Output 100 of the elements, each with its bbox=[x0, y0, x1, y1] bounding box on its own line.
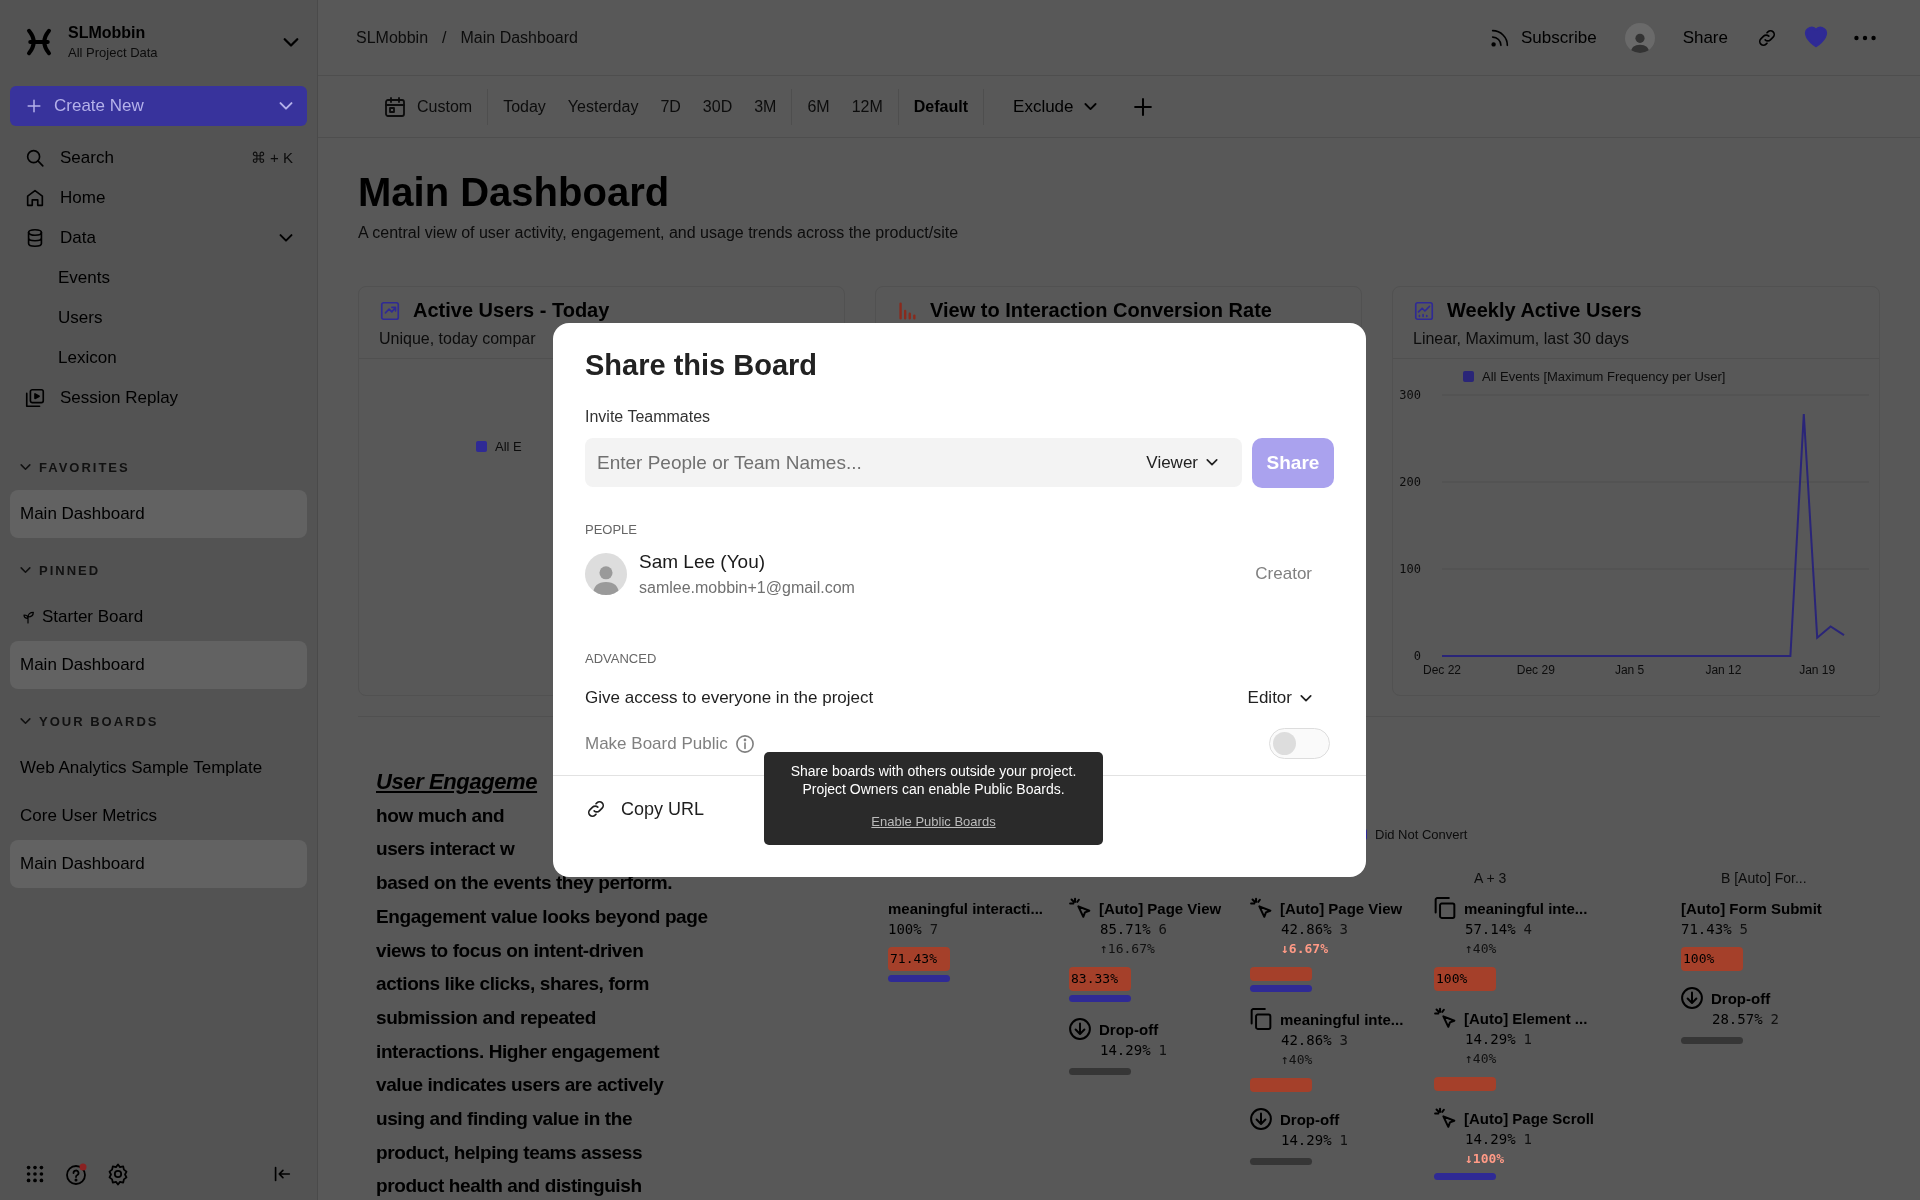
help-icon[interactable] bbox=[64, 1162, 88, 1186]
step-name: [Auto] Element ... bbox=[1464, 1009, 1588, 1027]
chevron-down-icon[interactable] bbox=[283, 37, 299, 47]
page-title: Main Dashboard bbox=[358, 169, 671, 216]
chevron-down-icon[interactable] bbox=[20, 566, 31, 573]
create-new-button[interactable]: Create New bbox=[10, 86, 307, 126]
breadcrumb-link[interactable]: SLMobbin bbox=[356, 28, 429, 47]
avatar[interactable] bbox=[1624, 22, 1655, 53]
copy-url-button[interactable]: Copy URL bbox=[585, 798, 705, 820]
date-range-tab[interactable]: Yesterday bbox=[556, 88, 650, 125]
step-percent: 14.29% bbox=[1100, 1041, 1151, 1060]
axis-tick-label: 300 bbox=[1399, 388, 1421, 402]
note-text: how much and bbox=[376, 803, 505, 828]
add-icon[interactable] bbox=[1133, 97, 1152, 116]
step-count: 4 bbox=[1523, 920, 1532, 939]
person-email: samlee.mobbin+1@gmail.com bbox=[639, 579, 856, 597]
step-name: [Auto] Page View bbox=[1099, 899, 1222, 917]
date-range-tab[interactable]: 3M bbox=[743, 88, 788, 125]
board-item[interactable]: Web Analytics Sample Template bbox=[10, 744, 307, 792]
step-percent: 42.86% bbox=[1281, 920, 1332, 939]
nav-item[interactable]: Session Replay bbox=[10, 378, 307, 418]
person-name: Sam Lee (You) bbox=[639, 551, 767, 573]
nav-item[interactable]: Lexicon bbox=[10, 338, 307, 378]
arrow-down-circle-icon bbox=[1069, 1018, 1091, 1040]
nav-item[interactable]: Data bbox=[10, 218, 307, 258]
arrow-down-circle-icon bbox=[1681, 987, 1703, 1009]
share-button[interactable]: Share bbox=[1682, 27, 1728, 48]
card-title: Active Users - Today bbox=[413, 299, 610, 322]
nav-item[interactable]: Search ⌘ + K bbox=[10, 138, 307, 178]
step-percent: 100% bbox=[888, 920, 922, 939]
step-change: ↓100% bbox=[1465, 1150, 1506, 1168]
board-item[interactable]: Main Dashboard bbox=[10, 490, 307, 538]
date-range-tab[interactable]: 7D bbox=[649, 88, 692, 125]
chevron-down-icon[interactable] bbox=[279, 234, 293, 242]
role-dropdown[interactable]: Editor bbox=[1247, 688, 1312, 708]
home-icon bbox=[24, 187, 46, 209]
step-count: 1 bbox=[1523, 1130, 1532, 1149]
breadcrumb-separator: / bbox=[442, 28, 447, 47]
step-name: Drop-off bbox=[1099, 1020, 1159, 1038]
step-change: ↑16.67% bbox=[1100, 940, 1156, 958]
column-header: B [Auto] For... bbox=[1721, 870, 1807, 886]
role-dropdown[interactable]: Viewer bbox=[1146, 452, 1218, 473]
step-percent: 14.29% bbox=[1281, 1131, 1332, 1150]
breadcrumb-link[interactable]: Main Dashboard bbox=[460, 28, 578, 47]
section-heading: YOUR BOARDS bbox=[39, 713, 159, 729]
enable-public-boards-link[interactable]: Enable Public Boards bbox=[871, 814, 996, 829]
chevron-down-icon bbox=[1206, 459, 1218, 466]
cursor-click-icon bbox=[1434, 1007, 1456, 1029]
apps-grid-icon[interactable] bbox=[24, 1163, 46, 1185]
section-heading: FAVORITES bbox=[39, 459, 130, 475]
legend-label: Did Not Convert bbox=[1375, 826, 1468, 842]
toggle-label: Make Board Public bbox=[585, 733, 728, 754]
cursor-click-icon bbox=[1250, 897, 1272, 919]
step-name: meaningful inte... bbox=[1464, 899, 1588, 917]
legend-label: All E bbox=[495, 439, 522, 454]
chevron-down-icon[interactable] bbox=[20, 463, 31, 470]
board-item[interactable]: Main Dashboard bbox=[10, 840, 307, 888]
settings-icon[interactable] bbox=[106, 1162, 130, 1186]
card-title: View to Interaction Conversion Rate bbox=[930, 299, 1272, 322]
note-text: users interact w bbox=[376, 837, 515, 862]
chevron-down-icon bbox=[1083, 102, 1097, 111]
line-chart-icon bbox=[1413, 299, 1435, 322]
axis-tick-label: 200 bbox=[1399, 475, 1421, 489]
step-count: 5 bbox=[1739, 920, 1748, 939]
column-header: A + 3 bbox=[1474, 870, 1507, 886]
chevron-down-icon bbox=[279, 102, 293, 110]
step-name: [Auto] Form Submit bbox=[1681, 899, 1822, 917]
heart-icon[interactable] bbox=[1806, 28, 1826, 47]
axis-tick-label: 0 bbox=[1413, 649, 1421, 663]
date-range-tab[interactable]: Default bbox=[902, 88, 980, 125]
board-item[interactable]: Core User Metrics bbox=[10, 792, 307, 840]
chevron-down-icon[interactable] bbox=[20, 717, 31, 724]
date-range-tab[interactable]: 30D bbox=[691, 88, 744, 125]
step-name: [Auto] Page View bbox=[1280, 899, 1403, 917]
invite-field[interactable]: Enter People or Team Names... Viewer bbox=[585, 438, 1242, 487]
nav-item[interactable]: Events bbox=[10, 258, 307, 298]
step-percent: 28.57% bbox=[1712, 1010, 1763, 1029]
note-heading: User Engageme bbox=[376, 768, 538, 796]
note-paragraph: based on the events they perform. Engagement value looks beyond page views to focus on intent-driven actions like clicks, shares, form submission and repeated interactions. Higher engagement value indicates users are actively using and finding value in the product, helping teams assess product health and distinguish bbox=[376, 871, 708, 1199]
search-icon bbox=[24, 147, 46, 169]
subscribe-button[interactable]: Subscribe bbox=[1489, 26, 1597, 49]
copy-icon bbox=[1250, 1008, 1272, 1030]
chart-trend-icon bbox=[379, 299, 401, 322]
date-range-tab[interactable]: 12M bbox=[840, 88, 894, 125]
date-range-tab[interactable]: 6M bbox=[796, 88, 841, 125]
board-item[interactable]: Main Dashboard bbox=[10, 641, 307, 689]
step-count: 7 bbox=[929, 920, 939, 939]
date-range-tab[interactable]: Today bbox=[492, 88, 557, 125]
card-subtitle: Unique, today compar bbox=[379, 330, 537, 348]
date-range-tab[interactable]: Custom bbox=[372, 88, 484, 125]
exclude-dropdown[interactable]: Exclude bbox=[1002, 88, 1108, 125]
step-percent: 57.14% bbox=[1465, 920, 1516, 939]
arrow-down-circle-icon bbox=[1250, 1108, 1272, 1130]
board-item[interactable]: Starter Board bbox=[10, 593, 307, 641]
step-percent: 85.71% bbox=[1100, 920, 1151, 939]
step-count: 1 bbox=[1339, 1131, 1348, 1150]
nav-item[interactable]: Home bbox=[10, 178, 307, 218]
nav-item[interactable]: Users bbox=[10, 298, 307, 338]
logo-icon bbox=[24, 27, 54, 57]
more-icon[interactable] bbox=[1854, 33, 1876, 42]
